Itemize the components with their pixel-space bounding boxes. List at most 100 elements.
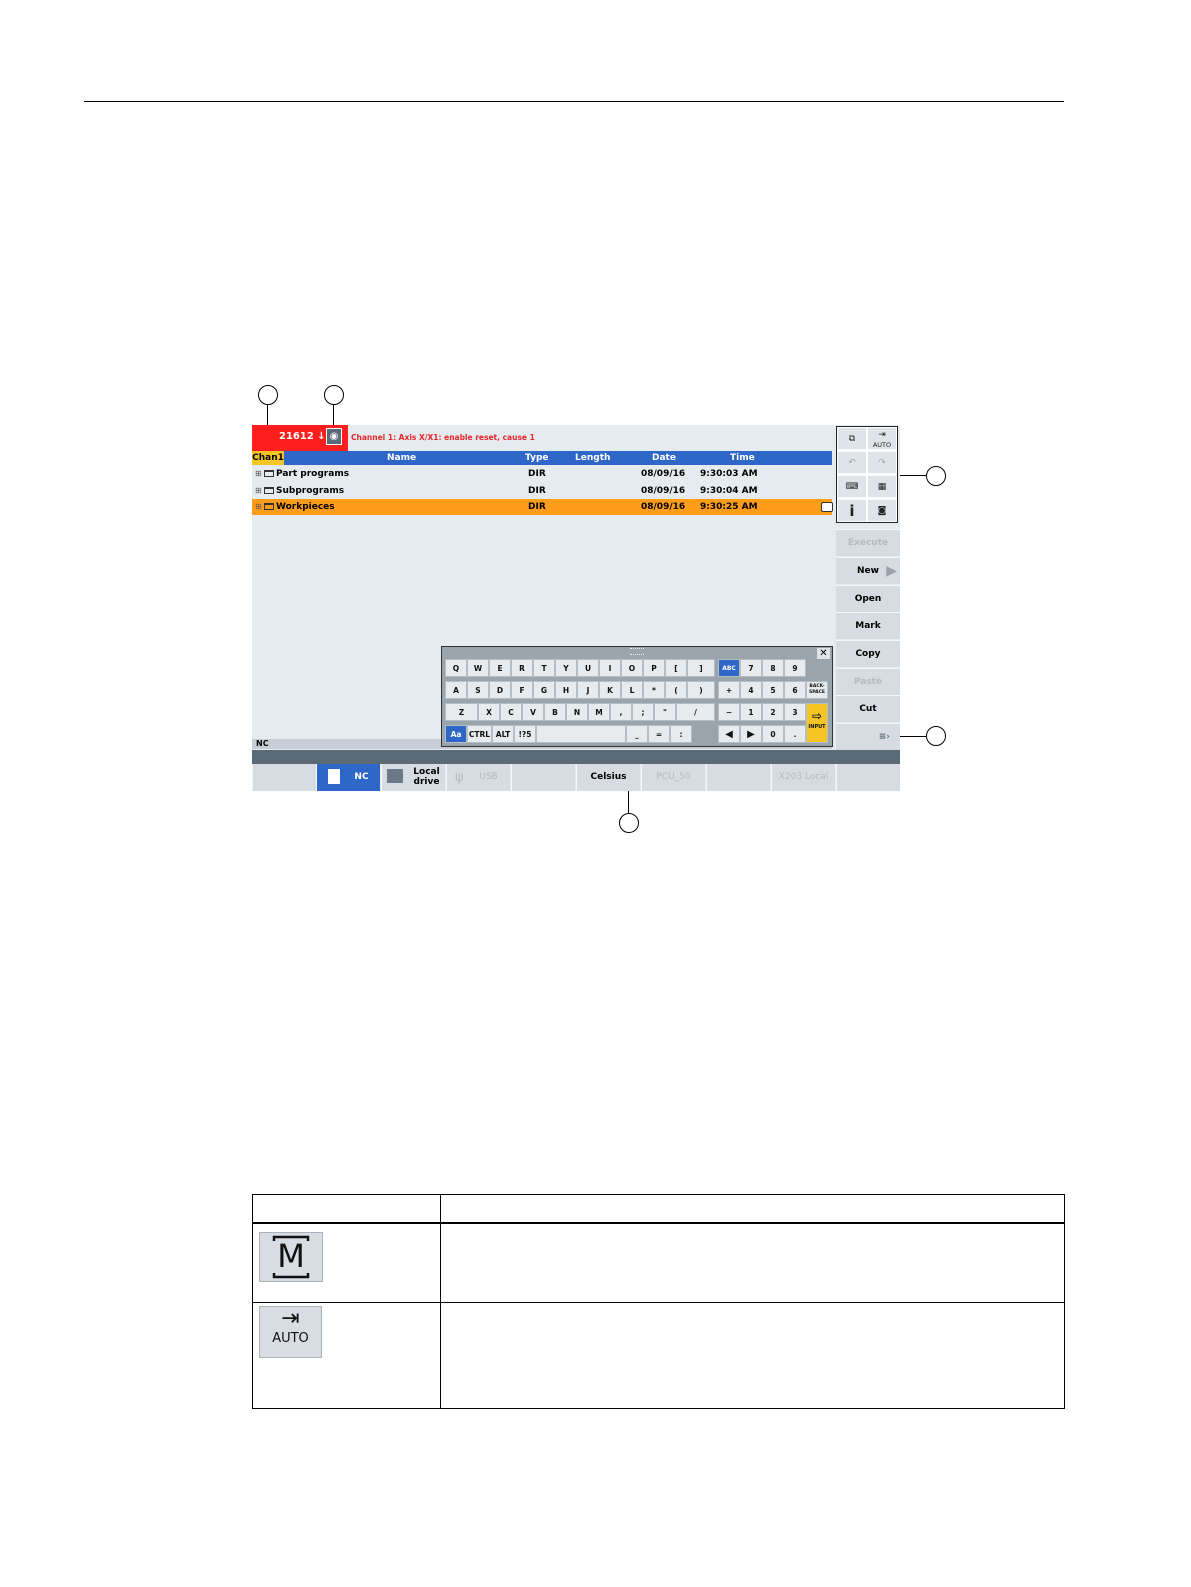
key[interactable]: ,	[610, 703, 632, 721]
hsoftkey-x203-local[interactable]: X203 Local	[771, 764, 835, 791]
key[interactable]: A	[445, 681, 467, 699]
column-time[interactable]: Time	[730, 451, 755, 465]
camera-icon[interactable]: ◙	[867, 499, 897, 522]
key[interactable]: C	[500, 703, 522, 721]
edge-tab-icon[interactable]	[821, 502, 833, 512]
key-symbols[interactable]: !?5	[514, 725, 536, 743]
auto-mode-button[interactable]: ⇥ AUTO	[867, 427, 897, 450]
keyboard-icon[interactable]: ⌨	[837, 475, 867, 498]
key[interactable]: 7	[740, 659, 762, 677]
list-item[interactable]: ⊞ Part programs DIR 08/09/16 9:30:03 AM	[252, 466, 832, 482]
key-ctrl[interactable]: CTRL	[467, 725, 492, 743]
key[interactable]: P	[643, 659, 665, 677]
key[interactable]: M	[588, 703, 610, 721]
virtual-keyboard[interactable]: ✕ Q W E R T Y U I O P [ ] ABC 7 8 9 A S …	[441, 646, 833, 747]
hsoftkey-local-drive[interactable]: Local drive	[381, 764, 445, 791]
hsoftkey-usb[interactable]: ψ USB	[446, 764, 510, 791]
key[interactable]: ;	[632, 703, 654, 721]
undo-icon[interactable]: ↶	[837, 451, 867, 474]
key[interactable]: B	[544, 703, 566, 721]
softkey-new[interactable]: New ▶	[836, 557, 900, 584]
softkey-expand-icon[interactable]: ≡›	[836, 723, 900, 750]
key[interactable]: *	[643, 681, 665, 699]
expand-icon[interactable]: ⊞	[255, 499, 262, 515]
key[interactable]: =	[648, 725, 670, 743]
column-type[interactable]: Type	[525, 451, 548, 465]
key[interactable]: R	[511, 659, 533, 677]
key[interactable]: U	[577, 659, 599, 677]
key-alt[interactable]: ALT	[492, 725, 514, 743]
key[interactable]: E	[489, 659, 511, 677]
key[interactable]: Z	[445, 703, 478, 721]
drag-handle[interactable]	[630, 648, 644, 655]
key-input[interactable]: ⇨ INPUT	[806, 703, 828, 743]
key[interactable]: Q	[445, 659, 467, 677]
key[interactable]: 4	[740, 681, 762, 699]
key[interactable]: T	[533, 659, 555, 677]
key-backspace[interactable]: BACK-SPACE	[806, 681, 828, 699]
key[interactable]: .	[784, 725, 806, 743]
key-shift[interactable]: Aa	[445, 725, 467, 743]
key[interactable]: )	[687, 681, 715, 699]
key[interactable]: ]	[687, 659, 715, 677]
key[interactable]: (	[665, 681, 687, 699]
column-name[interactable]: Name	[387, 451, 416, 465]
key[interactable]: I	[599, 659, 621, 677]
list-item[interactable]: ⊞ Subprograms DIR 08/09/16 9:30:04 AM	[252, 483, 832, 499]
softkey-mark[interactable]: Mark	[836, 612, 900, 639]
softkey-open[interactable]: Open	[836, 585, 900, 612]
column-date[interactable]: Date	[652, 451, 676, 465]
key[interactable]: N	[566, 703, 588, 721]
info-icon[interactable]: i	[837, 499, 867, 522]
list-item-selected[interactable]: ⊞ Workpieces DIR 08/09/16 9:30:25 AM	[252, 499, 832, 515]
key-abc[interactable]: ABC	[718, 659, 740, 677]
key[interactable]: +	[718, 681, 740, 699]
key[interactable]: /	[676, 703, 715, 721]
close-icon[interactable]: ✕	[817, 648, 830, 659]
expand-icon[interactable]: ⊞	[255, 466, 262, 482]
expand-icon[interactable]: ⊞	[255, 483, 262, 499]
key[interactable]: V	[522, 703, 544, 721]
hsoftkey-nc[interactable]: NC	[316, 764, 380, 791]
key[interactable]: O	[621, 659, 643, 677]
key[interactable]: −	[718, 703, 740, 721]
key[interactable]: 3	[784, 703, 806, 721]
key[interactable]: Y	[555, 659, 577, 677]
hsoftkey-pcu50[interactable]: PCU_50	[641, 764, 705, 791]
key[interactable]: L	[621, 681, 643, 699]
hsoftkey-10[interactable]	[836, 764, 900, 791]
arrow-left-icon[interactable]: ◀	[718, 725, 740, 743]
softkey-copy[interactable]: Copy	[836, 640, 900, 667]
key[interactable]: J	[577, 681, 599, 699]
hsoftkey-5[interactable]	[511, 764, 575, 791]
key[interactable]: :	[670, 725, 692, 743]
key[interactable]: [	[665, 659, 687, 677]
key[interactable]: _	[626, 725, 648, 743]
key[interactable]: 9	[784, 659, 806, 677]
hsoftkey-8[interactable]	[706, 764, 770, 791]
window-switch-icon[interactable]: ⧉	[837, 427, 867, 450]
hsoftkey-celsius[interactable]: Celsius	[576, 764, 640, 791]
alarm-acknowledge-icon[interactable]: ◉	[326, 428, 342, 445]
softkey-execute[interactable]: Execute	[836, 529, 900, 556]
key[interactable]: S	[467, 681, 489, 699]
hsoftkey-1[interactable]	[252, 764, 316, 791]
key[interactable]: 2	[762, 703, 784, 721]
key[interactable]: K	[599, 681, 621, 699]
key[interactable]: 6	[784, 681, 806, 699]
column-length[interactable]: Length	[575, 451, 610, 465]
key[interactable]: F	[511, 681, 533, 699]
key[interactable]: X	[478, 703, 500, 721]
key[interactable]: 5	[762, 681, 784, 699]
softkey-cut[interactable]: Cut	[836, 695, 900, 722]
key-space[interactable]	[536, 725, 626, 743]
key[interactable]: 8	[762, 659, 784, 677]
key[interactable]: 1	[740, 703, 762, 721]
calculator-icon[interactable]: ▦	[867, 475, 897, 498]
softkey-paste[interactable]: Paste	[836, 668, 900, 695]
key[interactable]: G	[533, 681, 555, 699]
key[interactable]: H	[555, 681, 577, 699]
key[interactable]: "	[654, 703, 676, 721]
key[interactable]: 0	[762, 725, 784, 743]
redo-icon[interactable]: ↷	[867, 451, 897, 474]
